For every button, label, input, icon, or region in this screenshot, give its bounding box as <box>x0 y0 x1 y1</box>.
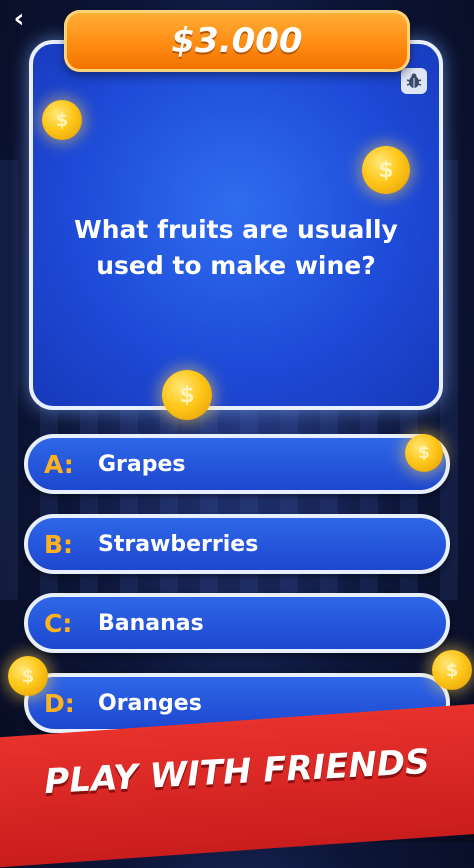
dollar-coin-icon: $ <box>362 146 410 194</box>
question-text: What fruits are usually used to make win… <box>74 215 398 280</box>
bug-report-icon[interactable] <box>401 68 427 94</box>
dollar-coin-icon: $ <box>162 370 212 420</box>
prize-amount-badge: $3.000 <box>64 10 410 72</box>
question-card: What fruits are usually used to make win… <box>29 40 443 410</box>
answer-letter: B: <box>44 529 74 559</box>
dollar-coin-icon: $ <box>42 100 82 140</box>
answer-letter: A: <box>44 449 74 479</box>
answer-text: Bananas <box>98 610 204 636</box>
answer-option-b[interactable]: B: Strawberries <box>24 514 450 574</box>
answer-option-c[interactable]: C: Bananas <box>24 593 450 653</box>
dollar-coin-icon: $ <box>432 650 472 690</box>
dollar-coin-icon: $ <box>405 434 443 472</box>
answer-text: Strawberries <box>98 531 259 557</box>
answer-text: Grapes <box>98 451 186 477</box>
back-arrow-icon[interactable]: ‹ <box>2 2 36 36</box>
prize-amount: $3.000 <box>171 21 303 61</box>
answer-option-a[interactable]: A: Grapes <box>24 434 450 494</box>
dollar-coin-icon: $ <box>8 656 48 696</box>
answer-text: Oranges <box>98 690 202 716</box>
answer-letter: C: <box>44 608 73 638</box>
